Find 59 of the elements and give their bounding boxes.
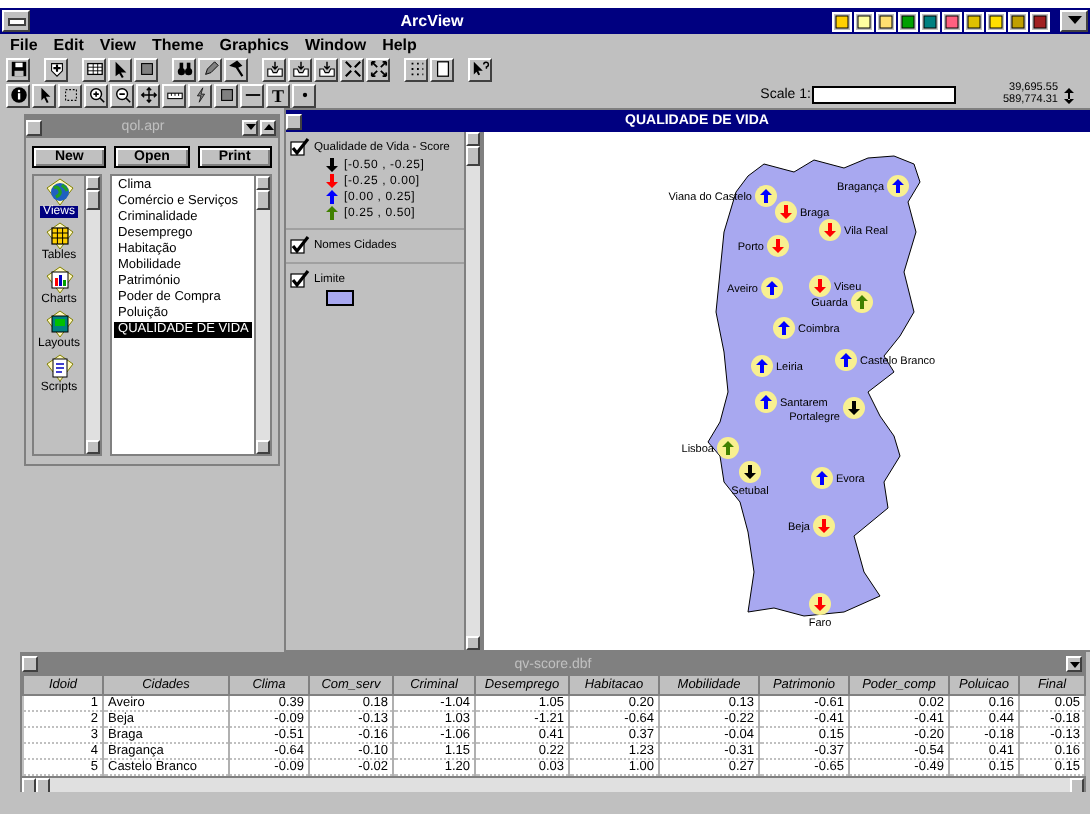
scrollbar[interactable]	[464, 132, 480, 650]
menu-item[interactable]: Window	[302, 36, 369, 54]
hammer-icon	[227, 60, 245, 78]
checkbox[interactable]	[290, 236, 310, 254]
grid-icon	[407, 60, 425, 78]
toolbar-button[interactable]	[366, 57, 390, 81]
floppy-icon	[9, 60, 27, 78]
layout-icon	[43, 310, 75, 338]
minimize-button[interactable]	[1060, 10, 1088, 32]
scrollbar[interactable]	[84, 176, 101, 454]
tray-icon	[317, 60, 335, 78]
plus-icon	[47, 60, 65, 78]
binoculars-icon	[175, 60, 193, 78]
checkbox[interactable]	[290, 138, 310, 156]
lightning-icon	[191, 86, 209, 104]
scrollbar[interactable]	[254, 176, 271, 454]
system-menu-button[interactable]	[286, 113, 302, 129]
toolbar-button[interactable]	[340, 57, 364, 81]
chart-icon	[43, 266, 75, 294]
menu-item[interactable]: Graphics	[217, 36, 291, 54]
system-menu-button[interactable]	[22, 656, 38, 672]
tray-icon	[265, 60, 283, 78]
tray-icon	[291, 60, 309, 78]
help-cursor-icon	[471, 60, 489, 78]
page-icon	[433, 60, 451, 78]
scroll-down-button[interactable]	[242, 119, 258, 135]
move-icon	[139, 86, 157, 104]
pencil-icon	[201, 60, 219, 78]
system-menu-button[interactable]	[26, 119, 42, 135]
zoom-out-icon	[113, 86, 131, 104]
caret-icon	[1069, 661, 1079, 667]
script-icon	[43, 354, 75, 382]
system-menu-button[interactable]	[2, 10, 30, 32]
minimize-button[interactable]	[1066, 656, 1082, 672]
updown-arrow-icon	[1064, 87, 1074, 103]
menu-item[interactable]: Theme	[149, 36, 206, 54]
cursor-icon	[111, 60, 129, 78]
checkbox[interactable]	[290, 270, 310, 288]
text-tool-button[interactable]: T	[266, 83, 290, 107]
shrink-icon	[343, 60, 361, 78]
scroll-up-button[interactable]	[260, 119, 276, 135]
zoom-in-icon	[87, 86, 105, 104]
pointer-icon	[35, 86, 53, 104]
caret-icon	[1067, 16, 1081, 26]
table-icon	[85, 60, 103, 78]
table-icon	[43, 222, 75, 250]
menu-item[interactable]: View	[97, 36, 138, 54]
scale-field[interactable]	[812, 86, 957, 104]
box-icon	[137, 60, 155, 78]
globe-icon	[43, 178, 75, 206]
window-title: ArcView	[398, 12, 466, 30]
menu-item[interactable]: Edit	[51, 36, 86, 54]
menu-item[interactable]: File	[8, 36, 40, 54]
dashed-box-icon	[61, 86, 79, 104]
info-icon	[9, 86, 27, 104]
menu-item[interactable]: Help	[380, 36, 419, 54]
box-icon	[217, 86, 235, 104]
toolbar-button[interactable]	[136, 83, 160, 107]
expand-icon	[369, 60, 387, 78]
